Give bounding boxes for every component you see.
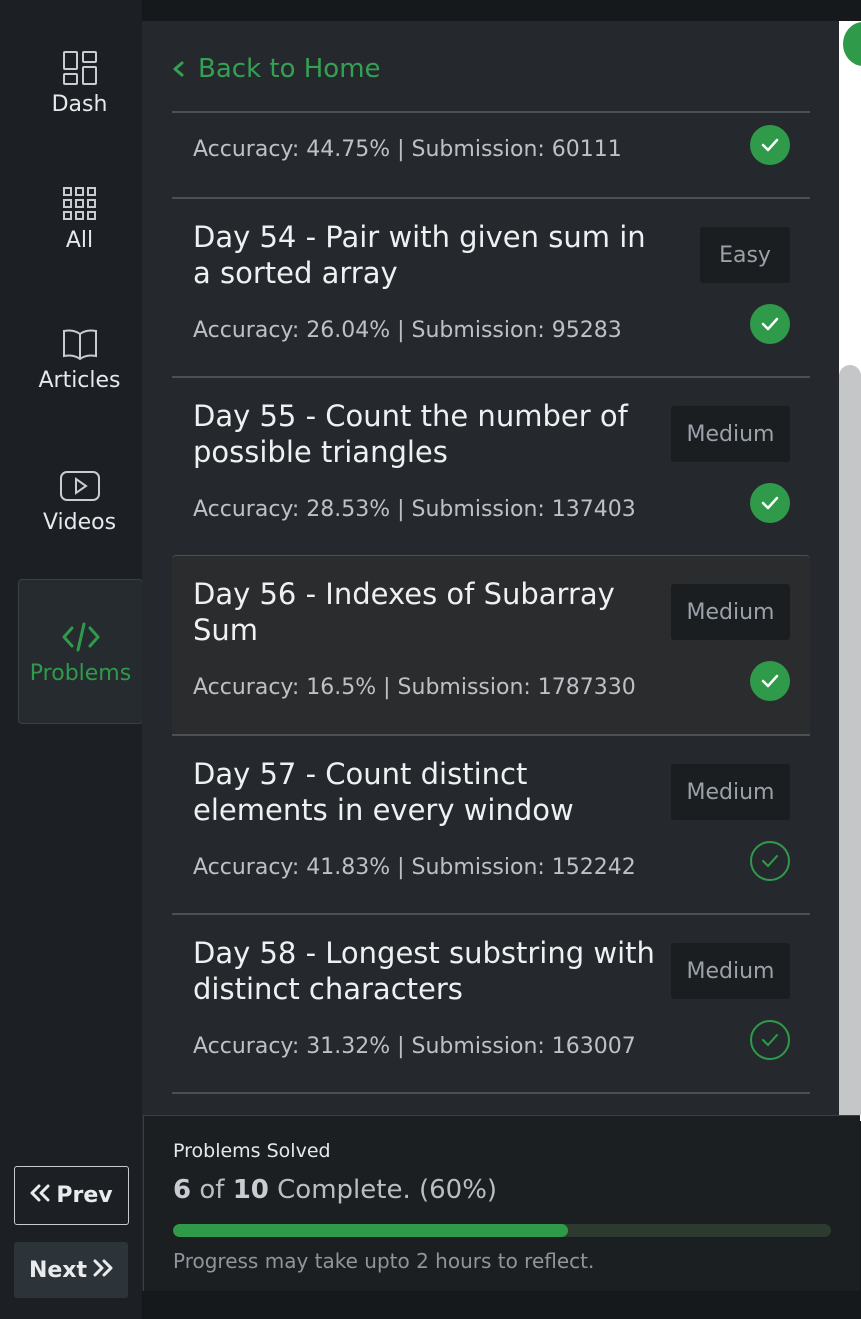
problem-title: Day 57 - Count distinct elements in ever… <box>193 757 574 827</box>
difficulty-badge: Medium <box>671 406 790 462</box>
prev-label: Prev <box>56 1183 113 1208</box>
difficulty-badge: Medium <box>671 764 790 820</box>
play-icon <box>59 466 101 506</box>
solved-check-icon <box>750 304 790 344</box>
sidebar: Dash All Articles Videos Problems Prev N… <box>0 0 143 1319</box>
next-button[interactable]: Next <box>14 1242 128 1298</box>
sidebar-item-label: Articles <box>38 368 121 393</box>
sidebar-item-label: Videos <box>42 510 117 535</box>
complete-label: Complete. (60%) <box>277 1175 498 1205</box>
problem-list: Accuracy: 44.75% | Submission: 60111 Day… <box>172 111 810 1132</box>
problem-title: Day 56 - Indexes of Subarray Sum <box>193 577 615 647</box>
problems-panel: Back to Home Accuracy: 44.75% | Submissi… <box>142 21 839 1290</box>
problem-row[interactable]: Day 55 - Count the number of possible tr… <box>172 376 810 555</box>
problem-title: Day 58 - Longest substring with distinct… <box>193 936 655 1006</box>
grid-icon <box>62 184 98 224</box>
solved-count: 6 <box>173 1175 192 1205</box>
double-chevron-right-icon <box>93 1258 113 1283</box>
book-icon <box>62 324 98 364</box>
scrollbar-thumb[interactable] <box>839 365 861 1115</box>
problem-meta: Accuracy: 41.83% | Submission: 152242 <box>193 855 636 880</box>
sidebar-item-label: All <box>65 228 94 253</box>
progress-footer: Problems Solved 6 of 10 Complete. (60%) … <box>143 1115 860 1291</box>
problem-row[interactable]: Day 57 - Count distinct elements in ever… <box>172 734 810 913</box>
difficulty-badge: Medium <box>671 943 790 999</box>
difficulty-badge: Medium <box>671 584 790 640</box>
problem-meta: Accuracy: 44.75% | Submission: 60111 <box>193 137 622 162</box>
problem-row[interactable]: Day 54 - Pair with given sum in a sorted… <box>172 197 810 376</box>
problem-title: Day 55 - Count the number of possible tr… <box>193 399 628 469</box>
dashboard-icon <box>62 48 98 88</box>
progress-note: Progress may take upto 2 hours to reflec… <box>173 1249 595 1273</box>
total-count: 10 <box>232 1175 269 1205</box>
progress-title: Problems Solved <box>173 1140 331 1162</box>
sidebar-item-label: Dash <box>51 92 108 117</box>
problem-meta: Accuracy: 28.53% | Submission: 137403 <box>193 497 636 522</box>
difficulty-badge: Easy <box>700 227 790 283</box>
sidebar-item-problems[interactable]: Problems <box>18 579 143 724</box>
solved-check-icon <box>750 483 790 523</box>
progress-bar <box>173 1224 831 1237</box>
problem-title: Day 54 - Pair with given sum in a sorted… <box>193 220 646 290</box>
progress-count: 6 of 10 Complete. (60%) <box>173 1175 497 1205</box>
problem-meta: Accuracy: 26.04% | Submission: 95283 <box>193 318 622 343</box>
chevron-left-icon <box>172 54 184 84</box>
unsolved-check-icon <box>750 841 790 881</box>
problem-meta: Accuracy: 31.32% | Submission: 163007 <box>193 1034 636 1059</box>
problem-row[interactable]: Day 56 - Indexes of Subarray Sum Medium … <box>172 555 810 734</box>
sidebar-item-articles[interactable]: Articles <box>18 324 141 393</box>
problem-meta: Accuracy: 16.5% | Submission: 1787330 <box>193 675 636 700</box>
prev-button[interactable]: Prev <box>14 1166 129 1225</box>
sidebar-item-videos[interactable]: Videos <box>18 466 141 535</box>
sidebar-item-label: Problems <box>29 661 132 686</box>
of-label: of <box>199 1175 225 1205</box>
solved-check-icon <box>750 125 790 165</box>
progress-bar-fill <box>173 1224 568 1237</box>
code-icon <box>61 617 101 657</box>
sidebar-item-dash[interactable]: Dash <box>18 48 141 117</box>
double-chevron-left-icon <box>30 1183 50 1208</box>
problem-row[interactable]: Accuracy: 44.75% | Submission: 60111 <box>172 111 810 197</box>
back-label: Back to Home <box>198 54 381 84</box>
sidebar-item-all[interactable]: All <box>18 184 141 253</box>
solved-check-icon <box>750 661 790 701</box>
next-label: Next <box>28 1257 88 1283</box>
back-to-home-link[interactable]: Back to Home <box>172 54 381 84</box>
problem-row[interactable]: Day 58 - Longest substring with distinct… <box>172 913 810 1092</box>
unsolved-check-icon <box>750 1020 790 1060</box>
